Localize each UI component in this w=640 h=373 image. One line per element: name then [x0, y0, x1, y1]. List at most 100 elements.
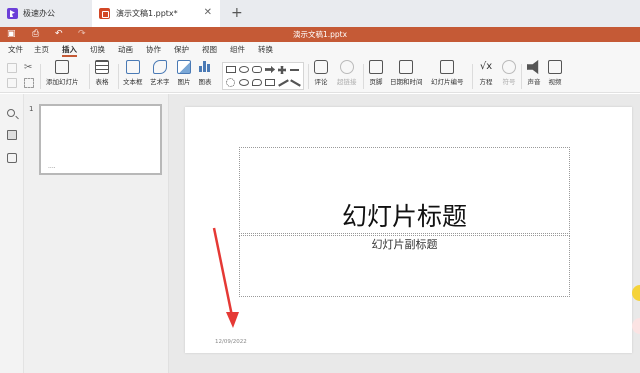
new-tab-icon[interactable]: + — [231, 5, 243, 21]
callout-shape-icon[interactable] — [252, 79, 262, 86]
slides-panel-icon[interactable] — [7, 130, 17, 140]
menu-components[interactable]: 组件 — [230, 42, 245, 58]
wordart-icon — [152, 60, 167, 74]
slide-title: 幻灯片标题 — [341, 202, 467, 231]
app-window: 极速办公 演示文稿1.pptx* ✕ + ▣ ⎙ ↶ ↷ 演示文稿1.pptx … — [0, 0, 640, 373]
slide-thumbnail[interactable]: .... — [39, 104, 162, 175]
audio-button[interactable]: 声音 — [527, 60, 541, 86]
shapes-gallery[interactable] — [222, 62, 304, 90]
menu-view[interactable]: 视图 — [202, 42, 217, 58]
rounded-rect-shape-icon[interactable] — [252, 66, 262, 73]
textbox-label: 文本框 — [123, 78, 143, 86]
minus-shape-icon[interactable] — [290, 69, 299, 71]
datetime-button[interactable]: 日期和时间 — [390, 60, 423, 86]
menu-bar: 文件 主页 插入 切换 动画 协作 保护 视图 组件 转换 — [0, 42, 640, 58]
hyperlink-button[interactable]: 超链接 — [337, 60, 357, 86]
home-tab[interactable]: 极速办公 — [0, 0, 92, 27]
slide-thumbnail-pane: 1 .... — [24, 94, 169, 373]
slide-number-label: 幻灯片编号 — [431, 78, 464, 86]
paste-icon[interactable] — [7, 78, 17, 88]
thumbnail-number: 1 — [29, 105, 34, 113]
calendar-icon — [399, 60, 414, 74]
title-bar: ▣ ⎙ ↶ ↷ 演示文稿1.pptx — [0, 27, 640, 42]
menu-file[interactable]: 文件 — [8, 42, 23, 58]
star-shape-icon[interactable] — [226, 78, 235, 87]
menu-insert[interactable]: 插入 — [62, 42, 77, 58]
add-slide-button[interactable]: 添加幻灯片 — [46, 60, 79, 86]
comment-icon — [314, 60, 328, 74]
document-tab-label: 演示文稿1.pptx* — [116, 9, 178, 18]
cut-icon[interactable]: ✂ — [24, 63, 34, 73]
header-footer-button[interactable]: 页脚 — [369, 60, 383, 86]
subtitle-placeholder[interactable]: 幻灯片副标题 — [239, 235, 570, 297]
image-icon — [177, 60, 191, 74]
chart-label: 图表 — [198, 78, 212, 86]
textbox-icon — [125, 60, 140, 74]
chart-button[interactable]: 图表 — [198, 60, 212, 86]
symbol-icon — [502, 60, 516, 74]
equation-label: 方程 — [479, 78, 493, 86]
select-icon[interactable] — [24, 78, 34, 88]
menu-convert[interactable]: 转换 — [258, 42, 273, 58]
ribbon-separator — [118, 64, 119, 89]
cloud-shape-icon[interactable] — [239, 79, 249, 86]
image-label: 图片 — [177, 78, 191, 86]
hyperlink-label: 超链接 — [337, 78, 357, 86]
wordart-button[interactable]: 艺术字 — [150, 60, 170, 86]
equation-button[interactable]: √x 方程 — [479, 60, 493, 86]
add-slide-icon — [55, 60, 70, 74]
app-logo-icon — [7, 8, 18, 19]
title-placeholder[interactable]: 幻灯片标题 — [239, 147, 570, 234]
menu-home[interactable]: 主页 — [34, 42, 49, 58]
image-button[interactable]: 图片 — [177, 60, 191, 86]
slide[interactable]: 幻灯片标题 幻灯片副标题 12/09/2022 — [185, 107, 632, 353]
menu-animation[interactable]: 动画 — [118, 42, 133, 58]
document-title: 演示文稿1.pptx — [292, 30, 348, 39]
ellipse-shape-icon[interactable] — [239, 66, 249, 73]
symbol-button[interactable]: 符号 — [502, 60, 516, 86]
slide-canvas: 幻灯片标题 幻灯片副标题 12/09/2022 — [169, 94, 640, 373]
menu-transition[interactable]: 切换 — [90, 42, 105, 58]
wordart-label: 艺术字 — [150, 78, 170, 86]
video-label: 视频 — [548, 78, 562, 86]
line-shape-icon[interactable] — [278, 79, 289, 87]
header-footer-label: 页脚 — [369, 78, 383, 86]
slide-number-button[interactable]: 幻灯片编号 — [431, 60, 464, 86]
equation-icon: √x — [479, 61, 493, 72]
menu-collaborate[interactable]: 协作 — [146, 42, 161, 58]
ribbon-separator — [40, 64, 41, 89]
table-button[interactable]: 表格 — [95, 60, 109, 86]
slide-subtitle: 幻灯片副标题 — [371, 238, 438, 251]
comment-label: 评论 — [314, 78, 328, 86]
thumbnail-footer: .... — [48, 163, 56, 170]
arrow-shape-icon[interactable] — [265, 66, 275, 73]
tab-strip: 极速办公 演示文稿1.pptx* ✕ + — [0, 0, 640, 27]
insert-ribbon: ✂ 添加幻灯片 表格 文本框 艺术字 图片 图表 评论 超链接 页脚 日期和时间… — [0, 58, 640, 93]
chart-icon — [198, 60, 212, 74]
slide-number-icon — [440, 60, 455, 74]
table-icon — [95, 60, 109, 74]
document-tab[interactable]: 演示文稿1.pptx* ✕ — [92, 0, 220, 27]
video-icon — [548, 60, 562, 74]
ribbon-separator — [363, 64, 364, 89]
video-button[interactable]: 视频 — [548, 60, 562, 86]
left-rail — [0, 94, 24, 373]
menu-protect[interactable]: 保护 — [174, 42, 189, 58]
add-slide-label: 添加幻灯片 — [46, 78, 79, 86]
ribbon-separator — [472, 64, 473, 89]
link-icon — [339, 60, 354, 74]
copy-icon[interactable] — [7, 63, 17, 73]
rectangle-shape-icon[interactable] — [226, 66, 236, 73]
header-footer-icon — [369, 60, 383, 74]
frame-shape-icon[interactable] — [265, 79, 275, 86]
plus-shape-icon[interactable] — [278, 66, 286, 74]
presentation-file-icon — [99, 8, 110, 19]
textbox-button[interactable]: 文本框 — [123, 60, 143, 86]
search-icon[interactable] — [7, 109, 15, 117]
audio-label: 声音 — [527, 78, 541, 86]
comment-button[interactable]: 评论 — [314, 60, 328, 86]
table-label: 表格 — [95, 78, 109, 86]
connector-shape-icon[interactable] — [290, 79, 301, 87]
comments-panel-icon[interactable] — [7, 153, 17, 163]
close-tab-icon[interactable]: ✕ — [204, 8, 212, 18]
